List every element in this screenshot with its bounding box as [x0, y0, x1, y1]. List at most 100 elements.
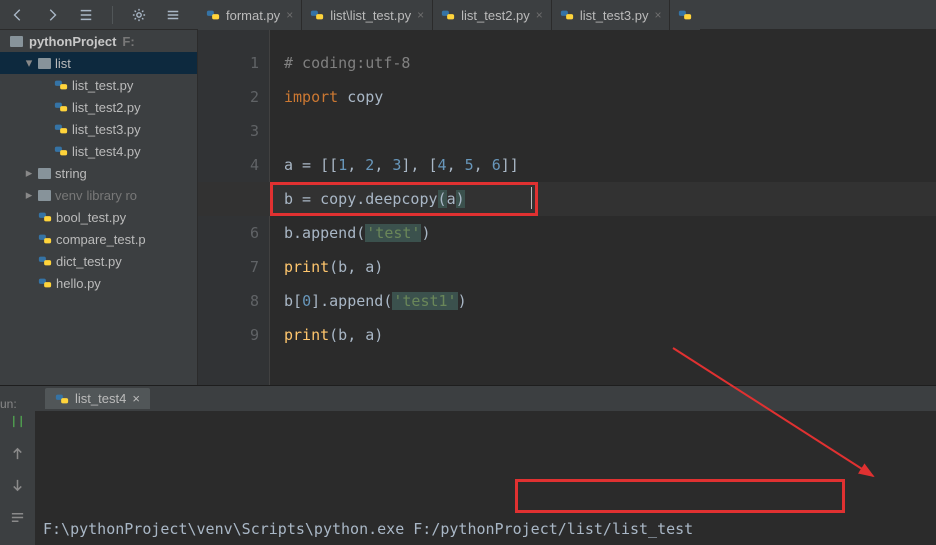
run-panel: list_test4 × F:\pythonProject\venv\Scrip…: [0, 385, 936, 545]
editor-tabs: format.py×list\list_test.py×list_test2.p…: [198, 0, 700, 30]
project-tree-file[interactable]: dict_test.py: [0, 250, 197, 272]
code-line[interactable]: import copy: [284, 80, 936, 114]
editor-tab-label: format.py: [226, 8, 280, 23]
gutter-line: 1: [198, 46, 259, 80]
folder-icon: [38, 168, 51, 179]
python-icon: [54, 122, 68, 136]
editor-tab[interactable]: format.py ×: [198, 0, 302, 30]
code-line[interactable]: b = copy.deepcopy(a): [284, 182, 936, 216]
project-tree-file[interactable]: list_test2.py: [0, 96, 197, 118]
run-panel-main: list_test4 × F:\pythonProject\venv\Scrip…: [35, 386, 936, 545]
toolbar-tree-icon[interactable]: [78, 7, 94, 23]
gutter-line: 8: [198, 284, 259, 318]
editor-tab[interactable]: list_test2.py ×: [433, 0, 552, 30]
python-icon: [678, 8, 692, 22]
python-icon: [441, 8, 455, 22]
rerun-icon[interactable]: [10, 414, 25, 432]
python-icon: [38, 254, 52, 268]
python-icon: [38, 276, 52, 290]
code-line[interactable]: a = [[1, 2, 3], [4, 5, 6]]: [284, 148, 936, 182]
nav-forward-icon[interactable]: [44, 7, 60, 23]
editor-tab-overflow[interactable]: [670, 0, 700, 30]
python-icon: [55, 392, 69, 406]
scroll-down-icon[interactable]: [10, 478, 25, 496]
project-tree-file[interactable]: list_test.py: [0, 74, 197, 96]
code-line[interactable]: b[0].append('test1'): [284, 284, 936, 318]
python-icon: [54, 78, 68, 92]
tree-label: hello.py: [56, 276, 101, 291]
editor-code[interactable]: # coding:utf-8import copy a = [[1, 2, 3]…: [270, 30, 936, 385]
gutter-line: 9: [198, 318, 259, 352]
close-icon[interactable]: ×: [654, 8, 661, 22]
tree-label: dict_test.py: [56, 254, 122, 269]
editor-tab-label: list_test2.py: [461, 8, 530, 23]
editor-tab[interactable]: list_test3.py ×: [552, 0, 671, 30]
close-icon[interactable]: ×: [286, 8, 293, 22]
tree-label: list_test4.py: [72, 144, 141, 159]
editor-caret: [531, 187, 532, 209]
folder-icon: [38, 58, 51, 69]
softwrap-icon[interactable]: [10, 510, 25, 528]
gutter-line: 3: [198, 114, 259, 148]
project-tree-file[interactable]: bool_test.py: [0, 206, 197, 228]
tree-label: list_test2.py: [72, 100, 141, 115]
project-tree-file[interactable]: list_test4.py: [0, 140, 197, 162]
tree-label: string: [55, 166, 87, 181]
gutter-line: 6: [198, 216, 259, 250]
gutter-line: 2: [198, 80, 259, 114]
close-icon[interactable]: ×: [417, 8, 424, 22]
code-line[interactable]: print(b, a): [284, 318, 936, 352]
tree-label: list_test.py: [72, 78, 133, 93]
annotation-redbox-output: [515, 479, 845, 513]
code-line[interactable]: print(b, a): [284, 250, 936, 284]
editor-tab-label: list_test3.py: [580, 8, 649, 23]
project-tree-file[interactable]: hello.py: [0, 272, 197, 294]
project-root[interactable]: pythonProject F:: [0, 30, 197, 52]
gutter-line: 4: [198, 148, 259, 182]
code-line[interactable]: # coding:utf-8: [284, 46, 936, 80]
toolbar-separator: [112, 6, 113, 24]
gutter-line: 7: [198, 250, 259, 284]
run-tabs: list_test4 ×: [35, 386, 936, 412]
project-tree-dir[interactable]: ▸ venv library ro: [0, 184, 197, 206]
scroll-up-icon[interactable]: [10, 446, 25, 464]
python-icon: [560, 8, 574, 22]
python-icon: [54, 144, 68, 158]
python-icon: [206, 8, 220, 22]
project-tree-file[interactable]: compare_test.p: [0, 228, 197, 250]
tree-label: list: [55, 56, 71, 71]
close-icon[interactable]: ×: [536, 8, 543, 22]
editor-tab[interactable]: list\list_test.py×: [302, 0, 433, 30]
tree-label: bool_test.py: [56, 210, 126, 225]
tree-label: compare_test.p: [56, 232, 146, 247]
project-tree: ▾ list list_test.py list_test2.py list_t…: [0, 52, 197, 294]
folder-icon: [38, 190, 51, 201]
tree-extra: library ro: [86, 188, 137, 203]
python-icon: [38, 232, 52, 246]
ide-root: format.py×list\list_test.py×list_test2.p…: [0, 0, 936, 545]
settings-icon[interactable]: [131, 7, 147, 23]
run-output[interactable]: F:\pythonProject\venv\Scripts\python.exe…: [35, 412, 936, 545]
project-tree-dir[interactable]: ▸ string: [0, 162, 197, 184]
tree-label: list_test3.py: [72, 122, 141, 137]
folder-icon: [10, 36, 23, 47]
run-tab[interactable]: list_test4 ×: [45, 388, 150, 409]
nav-back-icon[interactable]: [10, 7, 26, 23]
project-tree-dir[interactable]: ▾ list: [0, 52, 197, 74]
project-sidebar: pythonProject F: ▾ list list_test.py lis…: [0, 30, 198, 385]
toolbar-more-icon[interactable]: [165, 7, 181, 23]
console-line: F:\pythonProject\venv\Scripts\python.exe…: [43, 514, 936, 544]
python-icon: [310, 8, 324, 22]
run-prefix: un:: [0, 397, 17, 411]
code-line[interactable]: [284, 114, 936, 148]
chevron-right-icon: ▸: [24, 187, 34, 203]
python-icon: [54, 100, 68, 114]
project-root-label: pythonProject: [29, 34, 116, 49]
chevron-down-icon: ▾: [24, 55, 34, 71]
close-icon[interactable]: ×: [132, 391, 140, 406]
project-tree-file[interactable]: list_test3.py: [0, 118, 197, 140]
run-tab-label: list_test4: [75, 391, 126, 406]
code-line[interactable]: b.append('test'): [284, 216, 936, 250]
code-editor[interactable]: 123456789 # coding:utf-8import copy a = …: [198, 30, 936, 385]
body: pythonProject F: ▾ list list_test.py lis…: [0, 30, 936, 385]
